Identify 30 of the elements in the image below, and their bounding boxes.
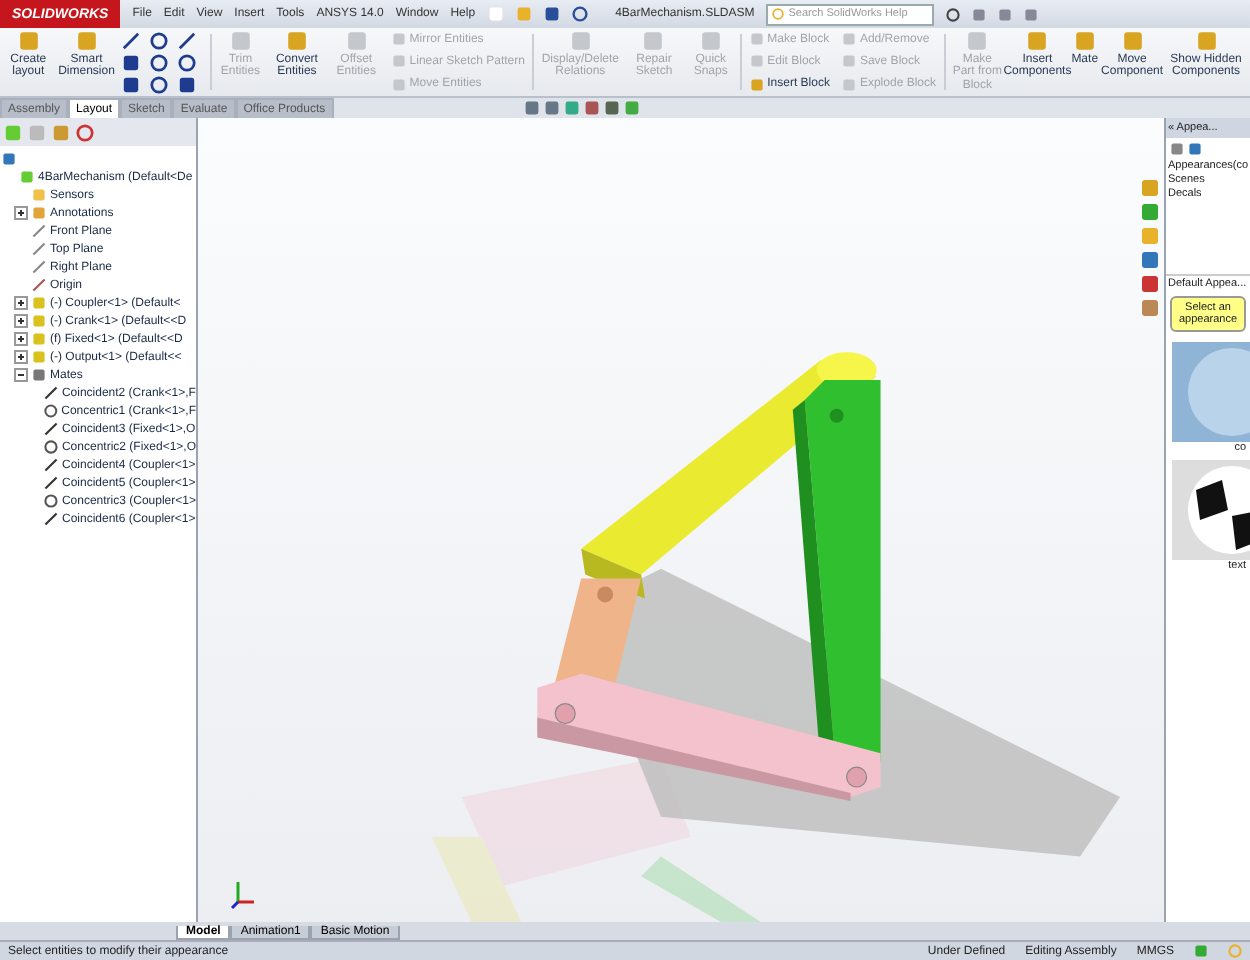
line-icon xyxy=(178,31,197,49)
circle-icon xyxy=(178,53,197,71)
concentric-icon xyxy=(43,494,58,508)
tool-icon xyxy=(17,30,40,52)
origin-icon xyxy=(32,278,46,292)
rectangle-icon xyxy=(178,75,197,93)
circle-icon xyxy=(150,75,169,93)
coincident-icon xyxy=(44,422,58,436)
concentric-icon xyxy=(43,404,58,418)
expand-toggle[interactable] xyxy=(14,296,28,310)
tool-icon xyxy=(1121,30,1144,52)
circle-icon xyxy=(150,31,169,49)
coincident-icon xyxy=(44,512,58,526)
concentric-icon xyxy=(43,440,58,454)
expand-toggle[interactable] xyxy=(14,350,28,364)
expand-toggle[interactable] xyxy=(14,206,28,220)
tool-icon xyxy=(1073,30,1096,52)
expand-toggle[interactable] xyxy=(14,332,28,346)
axis-triad-icon xyxy=(230,878,258,910)
sphere-thumbnail[interactable] xyxy=(1172,342,1250,442)
checker-sphere-thumbnail[interactable] xyxy=(1172,460,1250,560)
tool-icon xyxy=(1195,30,1218,52)
tool-icon xyxy=(1026,30,1049,52)
expand-toggle[interactable] xyxy=(14,314,28,328)
expand-toggle[interactable] xyxy=(14,368,28,382)
coincident-icon xyxy=(43,386,58,400)
tool-icon xyxy=(75,30,98,52)
tool-icon xyxy=(285,30,308,52)
circle-icon xyxy=(150,53,169,71)
line-icon xyxy=(122,31,141,49)
